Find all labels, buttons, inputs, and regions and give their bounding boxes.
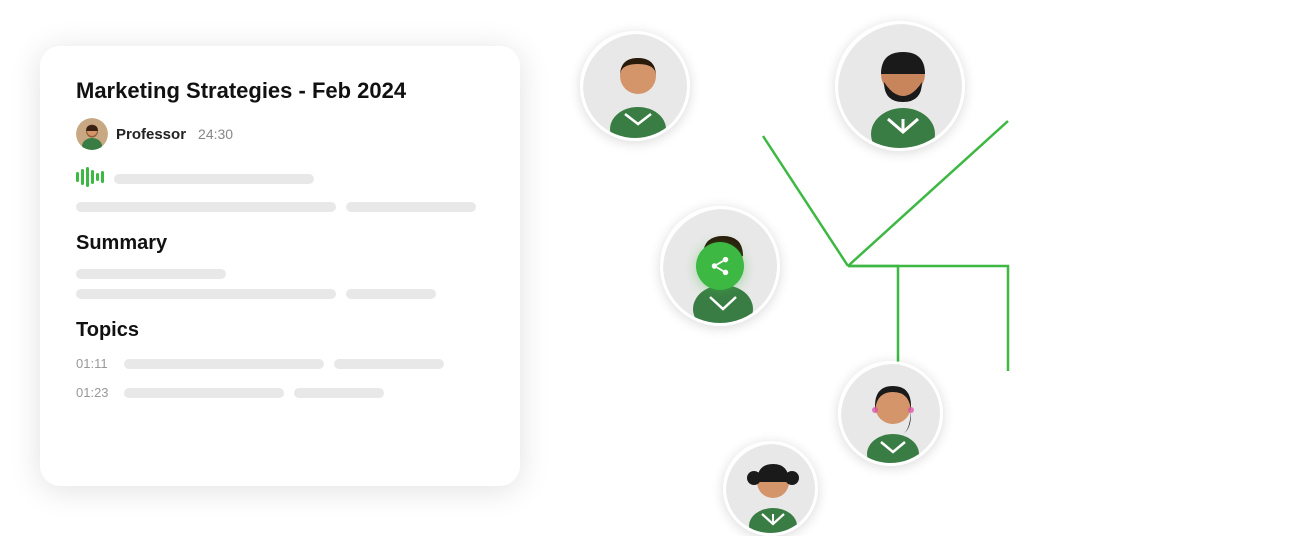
topics-section: Topics 01:11 01:23: [76, 319, 484, 400]
topic-2-bar-1: [124, 388, 284, 398]
audio-row: [76, 166, 484, 192]
avatar-top-right: [835, 21, 965, 151]
professor-name: Professor: [116, 126, 186, 143]
share-button[interactable]: [696, 242, 744, 290]
topic-1-bars: [124, 359, 444, 369]
secondary-bars-row: [76, 202, 484, 212]
summary-bar-2: [76, 289, 336, 299]
main-container: Marketing Strategies - Feb 2024 Professo…: [0, 0, 1316, 532]
topic-1-bar-1: [124, 359, 324, 369]
bar-2: [346, 202, 476, 212]
topic-row-2: 01:23: [76, 385, 484, 400]
topic-row-1: 01:11: [76, 356, 484, 371]
content-card: Marketing Strategies - Feb 2024 Professo…: [40, 46, 520, 486]
topics-title: Topics: [76, 319, 484, 342]
bar-1: [76, 202, 336, 212]
card-title: Marketing Strategies - Feb 2024: [76, 78, 484, 104]
professor-row: Professor 24:30: [76, 118, 484, 150]
share-icon: [709, 255, 731, 277]
audio-progress-bar: [114, 174, 314, 184]
topic-1-time: 01:11: [76, 356, 112, 371]
avatar-bottom: [723, 441, 818, 536]
topic-2-bar-2: [294, 388, 384, 398]
summary-bar-1: [76, 269, 226, 279]
avatar-top-left: [580, 31, 690, 141]
topic-1-bar-2: [334, 359, 444, 369]
waveform-icon: [76, 166, 104, 192]
summary-title: Summary: [76, 232, 484, 255]
topic-2-time: 01:23: [76, 385, 112, 400]
summary-bars: [76, 289, 484, 299]
avatar-bottom-right: [838, 361, 943, 466]
network-area: [520, 21, 1276, 511]
duration-label: 24:30: [198, 126, 233, 142]
professor-avatar: [76, 118, 108, 150]
summary-bar-3: [346, 289, 436, 299]
topic-2-bars: [124, 388, 384, 398]
